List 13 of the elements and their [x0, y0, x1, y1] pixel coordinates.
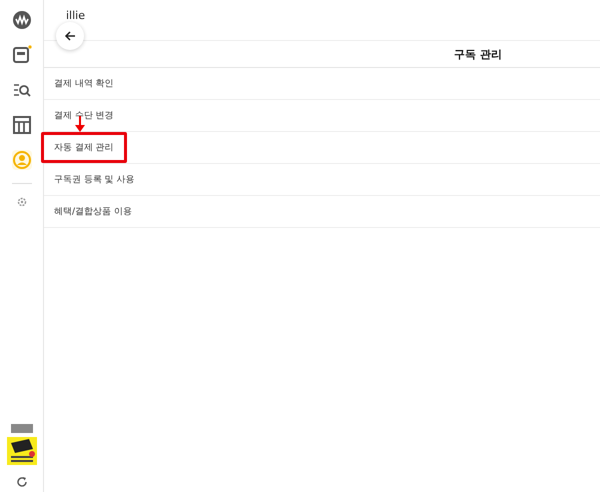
- menu-item[interactable]: 자동 결제 관리: [41, 132, 127, 163]
- bookshelf-icon[interactable]: [12, 115, 32, 135]
- page-title: 구독 관리: [454, 46, 502, 62]
- back-arrow-icon: [64, 30, 76, 42]
- menu-item[interactable]: 결제 내역 확인: [44, 69, 124, 98]
- app-name: illie: [65, 9, 85, 22]
- menu-item[interactable]: 구독권 등록 및 사용: [44, 165, 145, 194]
- settings-icon[interactable]: [16, 197, 26, 207]
- menu-item[interactable]: 혜택/결합상품 이용: [44, 197, 142, 226]
- monitor-icon[interactable]: [12, 45, 32, 65]
- refresh-icon[interactable]: [16, 476, 28, 488]
- back-button[interactable]: [56, 22, 84, 50]
- wave-logo-icon[interactable]: [12, 10, 32, 30]
